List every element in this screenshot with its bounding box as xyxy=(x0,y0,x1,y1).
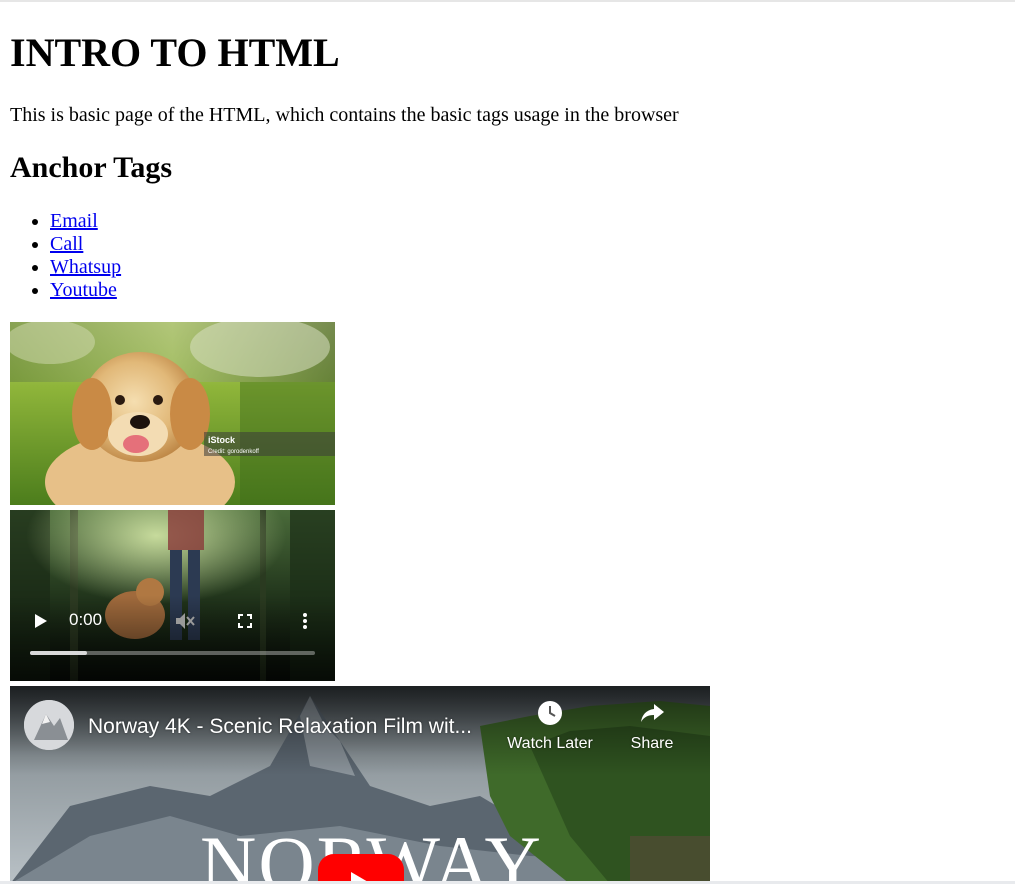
mute-icon[interactable] xyxy=(175,612,195,630)
youtube-link[interactable]: Youtube xyxy=(50,279,117,301)
video-progress-fill xyxy=(30,651,87,655)
fullscreen-icon[interactable] xyxy=(238,614,252,628)
share-label: Share xyxy=(630,735,674,752)
call-link[interactable]: Call xyxy=(50,233,83,255)
anchor-links-list: Email Call Whatsup Youtube xyxy=(10,210,121,302)
channel-avatar[interactable] xyxy=(24,700,74,750)
play-icon[interactable] xyxy=(34,613,48,629)
whatsup-link[interactable]: Whatsup xyxy=(50,256,121,278)
list-item: Call xyxy=(50,233,121,256)
page-title: INTRO TO HTML xyxy=(10,30,340,75)
watch-later-label: Watch Later xyxy=(507,735,593,752)
anchor-tags-heading: Anchor Tags xyxy=(10,151,173,184)
more-options-icon[interactable] xyxy=(302,613,308,629)
share-icon xyxy=(641,704,664,722)
email-link[interactable]: Email xyxy=(50,210,98,232)
list-item: Email xyxy=(50,210,121,233)
intro-paragraph: This is basic page of the HTML, which co… xyxy=(10,104,679,126)
list-item: Whatsup xyxy=(50,256,121,279)
youtube-play-icon[interactable] xyxy=(318,854,404,884)
video-time: 0:00 xyxy=(69,610,103,629)
istock-watermark: iStock xyxy=(208,435,236,445)
share-button[interactable]: Share xyxy=(622,700,682,754)
top-border xyxy=(0,0,1015,2)
video-progress-bar[interactable] xyxy=(30,651,315,655)
image-credit: Credit: gorodenkoff xyxy=(208,449,259,455)
youtube-video-title[interactable]: Norway 4K - Scenic Relaxation Film wit..… xyxy=(88,714,500,740)
youtube-embed[interactable]: Norway 4K - Scenic Relaxation Film wit..… xyxy=(10,686,710,884)
list-item: Youtube xyxy=(50,279,121,302)
clock-icon xyxy=(538,701,562,725)
watch-later-button[interactable]: Watch Later xyxy=(498,700,602,754)
video-player[interactable]: 0:00 xyxy=(10,510,335,681)
dog-image: iStock Credit: gorodenkoff xyxy=(10,322,335,505)
